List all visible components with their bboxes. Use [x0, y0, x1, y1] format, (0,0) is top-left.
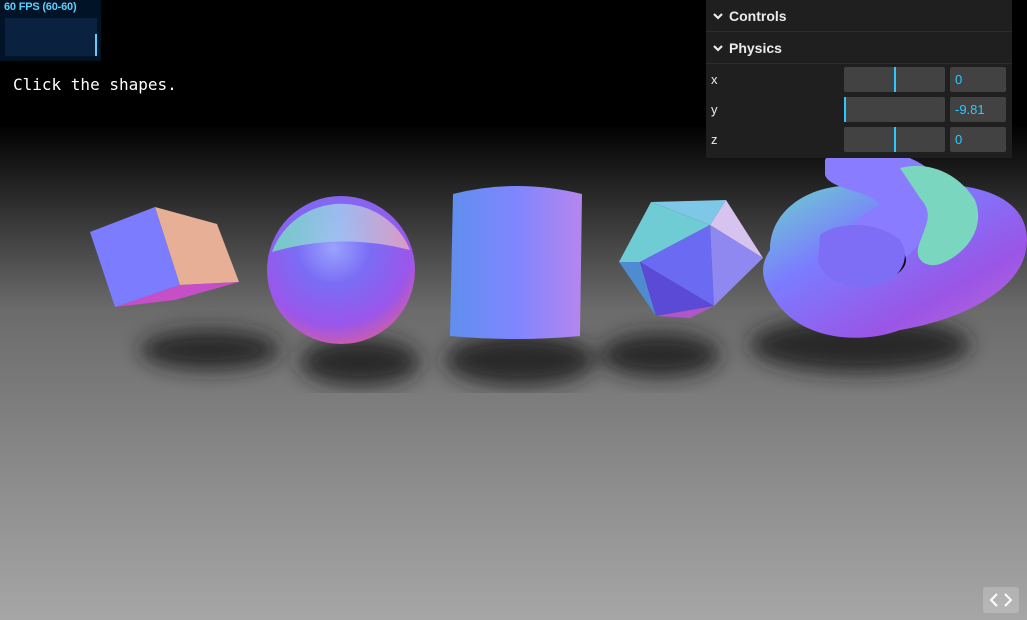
chevron-down-icon	[713, 12, 723, 20]
param-input-x[interactable]	[950, 66, 1006, 92]
fps-label: 60 FPS (60-60)	[4, 1, 77, 13]
param-row-z: z	[706, 124, 1012, 154]
chevron-down-icon	[713, 44, 723, 52]
physics-folder-label: Physics	[729, 39, 782, 56]
controls-panel: Controls Physics x y z	[706, 0, 1012, 158]
param-row-y: y	[706, 94, 1012, 124]
slider-handle[interactable]	[893, 126, 896, 152]
cylinder-shape[interactable]	[450, 186, 582, 339]
fps-graph	[5, 18, 97, 56]
slider-handle[interactable]	[844, 96, 846, 122]
param-slider-y[interactable]	[844, 96, 945, 122]
slider-handle[interactable]	[893, 66, 896, 92]
param-slider-x[interactable]	[844, 66, 945, 92]
view-source-button[interactable]	[983, 587, 1019, 613]
instructions-text: Click the shapes.	[13, 75, 177, 94]
sphere-shape[interactable]	[267, 196, 415, 344]
param-label-x: x	[711, 71, 718, 87]
param-input-z[interactable]	[950, 126, 1006, 152]
param-input-y[interactable]	[950, 96, 1006, 122]
param-label-y: y	[711, 101, 718, 117]
physics-folder-title[interactable]: Physics	[706, 32, 1012, 64]
fps-graph-bar	[95, 34, 97, 56]
param-label-z: z	[711, 131, 718, 147]
controls-title-label: Controls	[729, 7, 787, 24]
physics-params: x y z	[706, 64, 1012, 158]
fps-stats-panel[interactable]: 60 FPS (60-60)	[0, 0, 101, 61]
code-icon	[989, 593, 1013, 607]
param-row-x: x	[706, 64, 1012, 94]
controls-title[interactable]: Controls	[706, 0, 1012, 32]
param-slider-z[interactable]	[844, 126, 945, 152]
